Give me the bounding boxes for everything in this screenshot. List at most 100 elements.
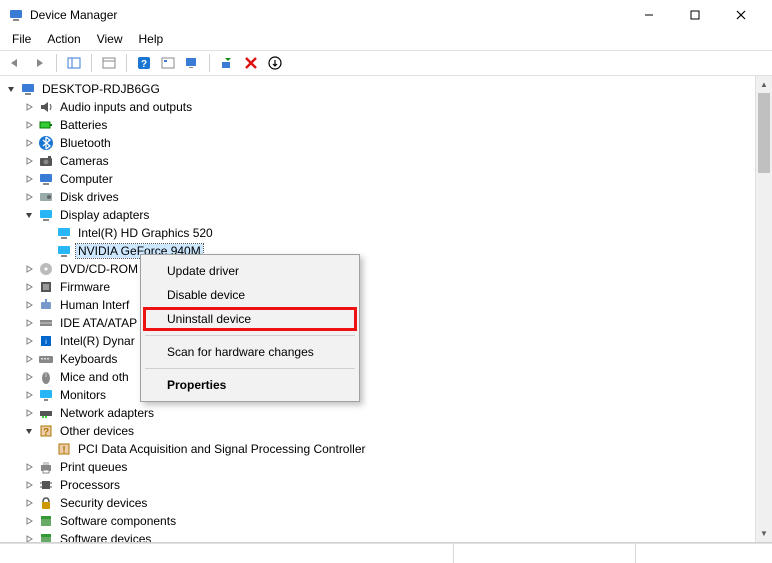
scroll-up-button[interactable]: ▲ xyxy=(756,76,772,93)
expand-icon[interactable] xyxy=(22,172,36,186)
collapse-icon[interactable] xyxy=(22,424,36,438)
tree-node[interactable]: NVIDIA GeForce 940M xyxy=(4,242,772,260)
context-update-driver[interactable]: Update driver xyxy=(143,259,357,283)
vertical-scrollbar[interactable]: ▲ ▼ xyxy=(755,76,772,542)
tree-node[interactable]: Monitors xyxy=(4,386,772,404)
tree-node[interactable]: Audio inputs and outputs xyxy=(4,98,772,116)
help-button[interactable]: ? xyxy=(133,52,155,74)
display-icon xyxy=(56,243,72,259)
scroll-thumb[interactable] xyxy=(758,93,770,173)
expand-icon[interactable] xyxy=(22,388,36,402)
expand-icon[interactable] xyxy=(22,154,36,168)
expand-icon[interactable] xyxy=(22,190,36,204)
uninstall-button[interactable] xyxy=(240,52,262,74)
menu-action[interactable]: Action xyxy=(39,30,88,50)
tree-node[interactable]: iIntel(R) Dynar xyxy=(4,332,772,350)
collapse-icon[interactable] xyxy=(4,82,18,96)
toolbar-separator xyxy=(209,54,210,72)
tree-node-label: Processors xyxy=(58,478,122,492)
properties-button[interactable] xyxy=(98,52,120,74)
tree-node[interactable]: Software devices xyxy=(4,530,772,542)
intel-icon: i xyxy=(38,333,54,349)
tree-node-label: IDE ATA/ATAP xyxy=(58,316,139,330)
maximize-button[interactable] xyxy=(672,0,718,30)
tree-node[interactable]: Computer xyxy=(4,170,772,188)
tree-node[interactable]: Bluetooth xyxy=(4,134,772,152)
ide-icon xyxy=(38,315,54,331)
enable-button[interactable] xyxy=(264,52,286,74)
context-separator xyxy=(145,335,355,336)
context-disable-device[interactable]: Disable device xyxy=(143,283,357,307)
app-icon xyxy=(8,7,24,23)
expand-icon[interactable] xyxy=(22,334,36,348)
forward-button[interactable] xyxy=(28,52,50,74)
battery-icon xyxy=(38,117,54,133)
tree-node[interactable]: Print queues xyxy=(4,458,772,476)
context-separator xyxy=(145,368,355,369)
expand-icon[interactable] xyxy=(22,352,36,366)
tree-node[interactable]: Processors xyxy=(4,476,772,494)
tree-node[interactable]: !PCI Data Acquisition and Signal Process… xyxy=(4,440,772,458)
tree-node-label: Human Interf xyxy=(58,298,131,312)
expand-icon[interactable] xyxy=(22,532,36,542)
expand-icon[interactable] xyxy=(22,370,36,384)
expand-icon[interactable] xyxy=(22,262,36,276)
tree-node[interactable]: Human Interf xyxy=(4,296,772,314)
context-uninstall-device[interactable]: Uninstall device xyxy=(143,307,357,331)
software-icon xyxy=(38,513,54,529)
tree-node[interactable]: Batteries xyxy=(4,116,772,134)
tree-node-label: Batteries xyxy=(58,118,109,132)
expand-icon[interactable] xyxy=(22,316,36,330)
device-tree[interactable]: DESKTOP-RDJB6GGAudio inputs and outputs B… xyxy=(0,76,772,542)
menu-help[interactable]: Help xyxy=(131,30,172,50)
computer-icon xyxy=(20,81,36,97)
tree-node[interactable]: ?Other devices xyxy=(4,422,772,440)
tree-node[interactable]: Intel(R) HD Graphics 520 xyxy=(4,224,772,242)
expand-icon[interactable] xyxy=(22,406,36,420)
toolbar-icon[interactable] xyxy=(157,52,179,74)
expand-icon[interactable] xyxy=(22,100,36,114)
scroll-track[interactable] xyxy=(756,173,772,525)
tree-node-label: Disk drives xyxy=(58,190,121,204)
tree-node[interactable]: DVD/CD-ROM xyxy=(4,260,772,278)
expand-icon[interactable] xyxy=(22,298,36,312)
expand-icon[interactable] xyxy=(22,496,36,510)
scan-hardware-button[interactable] xyxy=(216,52,238,74)
printer-icon xyxy=(38,459,54,475)
back-button[interactable] xyxy=(4,52,26,74)
minimize-button[interactable] xyxy=(626,0,672,30)
menu-file[interactable]: File xyxy=(4,30,39,50)
tree-node[interactable]: Disk drives xyxy=(4,188,772,206)
context-properties[interactable]: Properties xyxy=(143,373,357,397)
audio-icon xyxy=(38,99,54,115)
context-scan-hardware[interactable]: Scan for hardware changes xyxy=(143,340,357,364)
tree-node-label: Network adapters xyxy=(58,406,156,420)
tree-node[interactable]: Cameras xyxy=(4,152,772,170)
mouse-icon xyxy=(38,369,54,385)
tree-node[interactable]: Security devices xyxy=(4,494,772,512)
scroll-down-button[interactable]: ▼ xyxy=(756,525,772,542)
menu-view[interactable]: View xyxy=(89,30,131,50)
toolbar-icon[interactable] xyxy=(181,52,203,74)
tree-node[interactable]: Keyboards xyxy=(4,350,772,368)
expand-icon[interactable] xyxy=(22,118,36,132)
svg-text:?: ? xyxy=(43,427,49,438)
expand-icon[interactable] xyxy=(22,514,36,528)
other-icon: ? xyxy=(38,423,54,439)
tree-node[interactable]: DESKTOP-RDJB6GG xyxy=(4,80,772,98)
tree-node[interactable]: Firmware xyxy=(4,278,772,296)
tree-node[interactable]: Mice and oth xyxy=(4,368,772,386)
tree-node[interactable]: IDE ATA/ATAP xyxy=(4,314,772,332)
display-icon xyxy=(38,207,54,223)
show-hide-console-tree-button[interactable] xyxy=(63,52,85,74)
expand-icon[interactable] xyxy=(22,460,36,474)
collapse-icon[interactable] xyxy=(22,208,36,222)
expand-icon[interactable] xyxy=(22,280,36,294)
tree-node[interactable]: Software components xyxy=(4,512,772,530)
tree-node[interactable]: Network adapters xyxy=(4,404,772,422)
tree-node[interactable]: Display adapters xyxy=(4,206,772,224)
tree-node-label: Display adapters xyxy=(58,208,151,222)
expand-icon[interactable] xyxy=(22,136,36,150)
expand-icon[interactable] xyxy=(22,478,36,492)
close-button[interactable] xyxy=(718,0,764,30)
